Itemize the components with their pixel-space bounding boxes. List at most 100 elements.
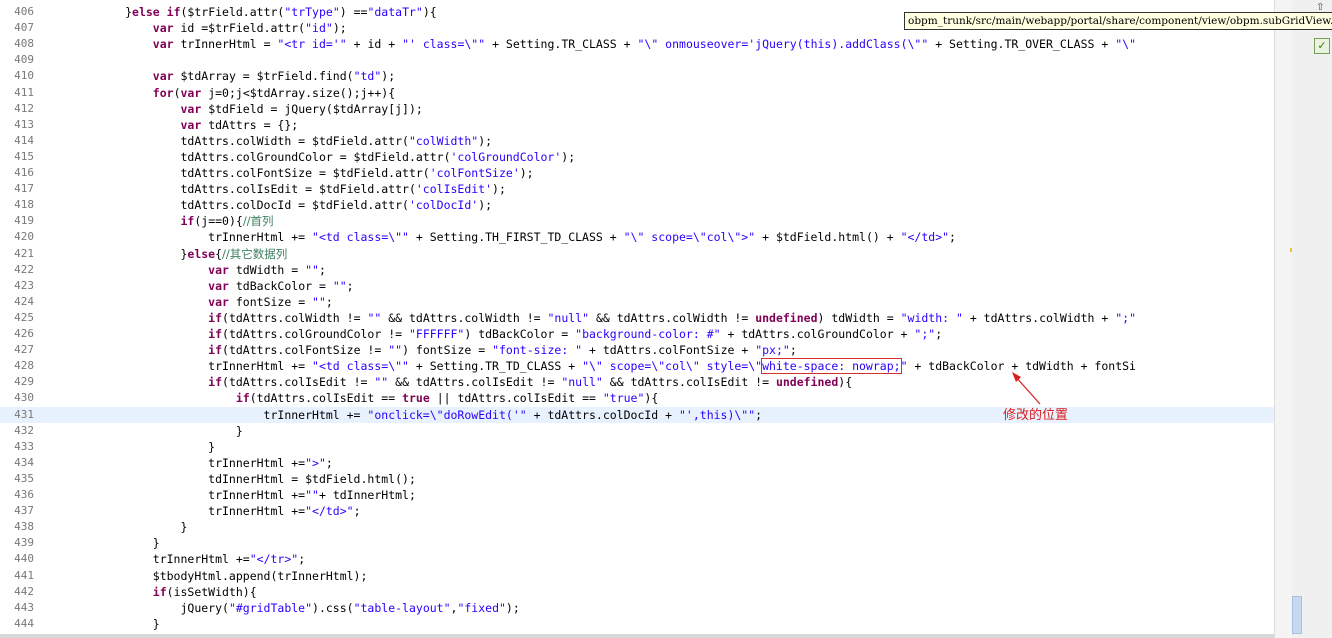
code-token: + tdAttrs.colWidth + [962,310,1116,325]
code-token: " [900,359,908,374]
code-token: var [208,294,229,309]
code-token: && tdAttrs.colIsEdit != [388,375,562,390]
code-token: + $tdField.html() + [755,230,901,245]
code-token: + tdAttrs.colDocId + [526,407,679,422]
code-line[interactable]: 411 for(var j=0;j<$tdArray.size();j++){ [0,85,1274,101]
code-line[interactable]: 439 } [0,535,1274,551]
code-token: ; [789,343,797,358]
code-token: trInnerHtml += [42,407,368,422]
code-token: "" [312,294,326,309]
line-number: 406 [14,5,34,18]
code-token: "" [305,262,319,277]
line-code: tdAttrs.colGroundColor = $tdField.attr('… [42,149,575,165]
code-line[interactable]: 428 trInnerHtml += "<td class=\"" + Sett… [0,358,1274,375]
code-line[interactable]: 442 if(isSetWidth){ [0,584,1274,600]
code-token: tdAttrs.colWidth = $tdField.attr( [42,133,409,148]
line-number: 424 [14,294,34,308]
code-token: ){ [422,5,437,19]
line-number: 416 [14,166,34,179]
code-token: "' class=\"" [402,37,486,52]
code-line[interactable]: 414 tdAttrs.colWidth = $tdField.attr("co… [0,133,1274,149]
code-token: var [180,101,202,116]
horizontal-scrollbar[interactable] [0,634,1274,638]
code-line[interactable]: 437 trInnerHtml +="</td>"; [0,503,1274,519]
code-line[interactable]: 440 trInnerHtml +="</tr>"; [0,551,1274,567]
code-token: trInnerHtml += [42,488,306,502]
code-token: ; [325,455,333,470]
code-token: ; [318,262,326,277]
code-line[interactable]: 419 if(j==0){//首列 [0,213,1274,229]
code-line[interactable]: 418 tdAttrs.colDocId = $tdField.attr('co… [0,197,1274,213]
code-line[interactable]: 410 var $tdArray = $trField.find("td"); [0,68,1274,84]
code-line[interactable]: 409 [0,52,1274,68]
code-token: ; [949,230,956,245]
code-token: ); [505,600,520,615]
line-code: if(isSetWidth){ [42,584,257,600]
code-line[interactable]: 430 if(tdAttrs.colIsEdit == true || tdAt… [0,390,1274,406]
code-line[interactable]: 422 var tdWidth = ""; [0,262,1274,278]
code-token: if [152,584,167,599]
code-line[interactable]: 443 jQuery("#gridTable").css("table-layo… [0,600,1274,616]
code-token: if [235,391,250,406]
line-code: if(tdAttrs.colGroundColor != "FFFFFF") t… [42,326,942,342]
line-code: var id =$trField.attr("id"); [42,20,347,36]
code-line[interactable]: 416 tdAttrs.colFontSize = $tdField.attr(… [0,165,1274,181]
code-line[interactable]: 436 trInnerHtml +=""+ tdInnerHtml; [0,487,1274,503]
code-line[interactable]: 438 } [0,519,1274,535]
code-line[interactable]: 429 if(tdAttrs.colIsEdit != "" && tdAttr… [0,374,1274,390]
line-code: trInnerHtml +="</tr>"; [42,551,305,567]
code-token: "table-layout" [353,600,451,615]
code-token: tdAttrs.colDocId = $tdField.attr( [42,198,409,213]
line-number: 417 [14,182,34,196]
code-line[interactable]: 421 }else{//其它数据列 [0,246,1274,262]
code-token: } [42,423,243,438]
line-number: 408 [14,37,34,51]
code-line[interactable]: 417 tdAttrs.colIsEdit = $tdField.attr('c… [0,181,1274,197]
code-line[interactable]: 432 } [0,423,1274,439]
code-token: } [42,246,188,261]
line-code: } [42,616,160,632]
code-token: ; [298,552,306,567]
code-token: if [208,310,223,325]
line-code: trInnerHtml +=""+ tdInnerHtml; [42,487,416,503]
code-editor[interactable]: 406 }else if($trField.attr("trType") =="… [0,0,1274,634]
code-line[interactable]: 427 if(tdAttrs.colFontSize != "") fontSi… [0,342,1274,358]
scrollbar-thumb[interactable] [1292,596,1302,634]
code-line[interactable]: 425 if(tdAttrs.colWidth != "" && tdAttrs… [0,310,1274,326]
code-token: $tdArray = $trField.find( [173,69,354,84]
code-line[interactable]: 413 var tdAttrs = {}; [0,117,1274,133]
code-line[interactable]: 423 var tdBackColor = ""; [0,278,1274,294]
code-line[interactable]: 434 trInnerHtml +=">"; [0,455,1274,471]
code-token: else [187,246,216,261]
code-token: ";" [1115,310,1137,325]
code-line[interactable]: 412 var $tdField = jQuery($tdArray[j]); [0,101,1274,117]
code-token: "" [332,278,347,293]
overview-ruler[interactable] [1274,0,1297,638]
line-code: var $tdArray = $trField.find("td"); [42,68,395,84]
line-number: 442 [14,584,34,598]
code-line[interactable]: 433 } [0,439,1274,455]
code-line[interactable]: 426 if(tdAttrs.colGroundColor != "FFFFFF… [0,326,1274,342]
line-code: }else if($trField.attr("trType") =="data… [42,4,437,20]
line-number: 438 [14,520,34,534]
code-line[interactable]: 408 var trInnerHtml = "<tr id='" + id + … [0,36,1274,52]
vertical-scrollbar[interactable]: ⇧ ✓ [1292,0,1332,638]
line-number: 419 [14,214,34,228]
line-code: tdAttrs.colWidth = $tdField.attr("colWid… [42,133,492,149]
code-line[interactable]: 431 trInnerHtml += "onclick=\"doRowEdit(… [0,406,1274,423]
code-line[interactable]: 420 trInnerHtml += "<td class=\"" + Sett… [0,229,1274,245]
code-line[interactable]: 444 } [0,616,1274,632]
code-line[interactable]: 424 var fontSize = ""; [0,294,1274,310]
line-number: 418 [14,198,34,212]
code-token: id =$trField.attr( [173,21,306,36]
code-line[interactable]: 441 $tbodyHtml.append(trInnerHtml); [0,568,1274,584]
code-line[interactable]: 435 tdInnerHtml = $tdField.html(); [0,471,1274,487]
code-token: (tdAttrs.colIsEdit == [249,391,403,406]
code-line[interactable]: 415 tdAttrs.colGroundColor = $tdField.at… [0,149,1274,165]
code-token: var [208,262,229,277]
